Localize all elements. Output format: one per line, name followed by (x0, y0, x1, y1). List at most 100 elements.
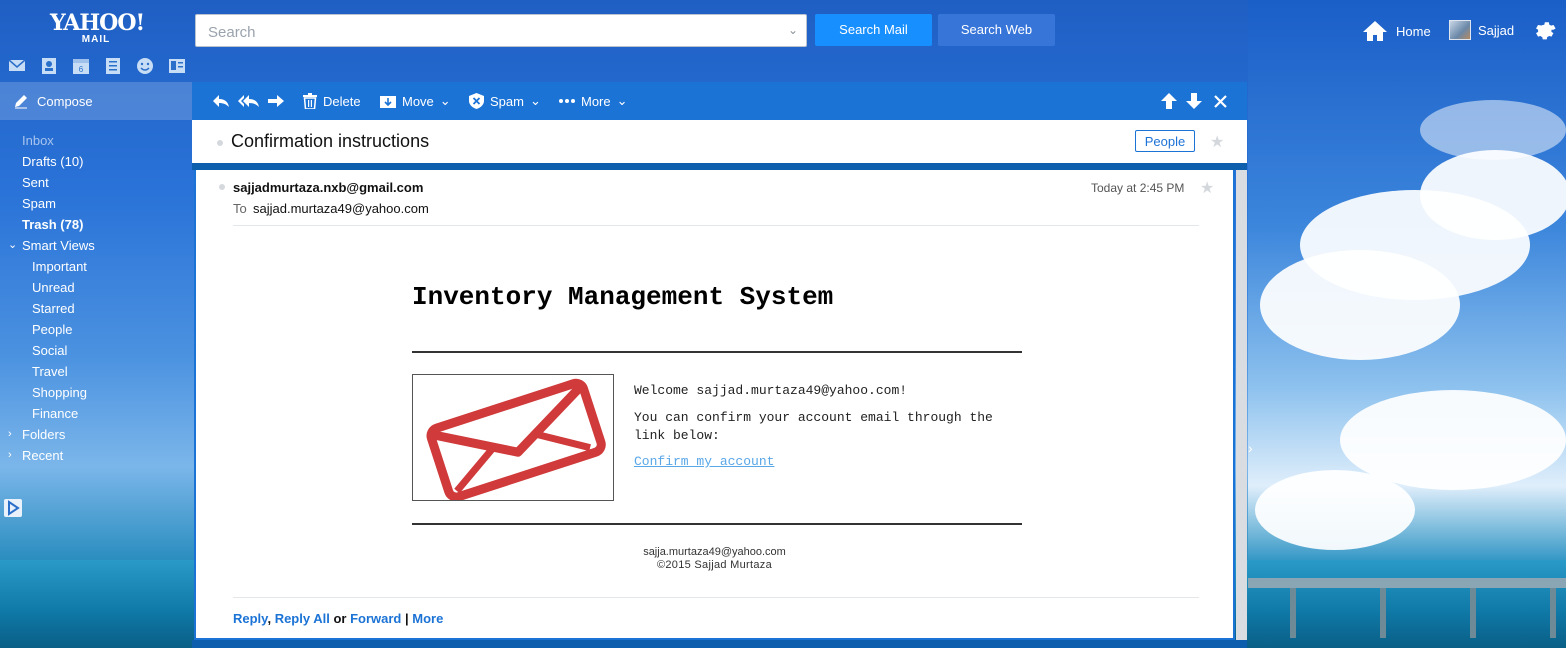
calendar-icon[interactable]: 6 (72, 57, 92, 75)
recipient-address[interactable]: sajjad.murtaza49@yahoo.com (253, 201, 429, 216)
nav-item-drafts[interactable]: Drafts (10) (0, 151, 192, 172)
pencil-icon (15, 95, 27, 109)
reply-all-link[interactable]: Reply All (275, 611, 330, 626)
chevron-down-icon: ⌄ (529, 93, 541, 108)
messenger-icon[interactable] (136, 57, 156, 75)
delete-button[interactable]: Delete (303, 82, 361, 120)
quick-actions: Reply, Reply All or Forward | More (233, 611, 443, 626)
footer-email: sajja.murtaza49@yahoo.com (643, 546, 786, 558)
trash-icon (303, 93, 317, 109)
move-button[interactable]: Move ⌄ (380, 82, 451, 120)
close-message-button[interactable] (1214, 82, 1227, 120)
folder-list: Inbox Drafts (10) Sent Spam Trash (78) ⌄… (0, 130, 192, 466)
actions-separator: | (405, 611, 409, 626)
nav-item-inbox[interactable]: Inbox (0, 130, 192, 151)
search-input[interactable] (206, 22, 770, 42)
more-button[interactable]: More ⌄ (559, 82, 628, 120)
more-link[interactable]: More (412, 611, 443, 626)
notepad-icon[interactable] (104, 57, 124, 75)
search-web-button[interactable]: Search Web (938, 14, 1055, 46)
sender-address[interactable]: sajjadmurtaza.nxb@gmail.com (233, 180, 423, 195)
avatar (1449, 20, 1471, 40)
to-label: To (233, 201, 247, 216)
star-icon[interactable]: ★ (1210, 132, 1224, 152)
star-icon[interactable]: ★ (1200, 178, 1214, 198)
message-subject: Confirmation instructions (231, 131, 430, 151)
search-mail-button[interactable]: Search Mail (815, 14, 932, 46)
nav-item-recent[interactable]: › Recent (0, 445, 192, 466)
read-indicator-icon[interactable] (219, 184, 225, 190)
move-folder-icon (380, 96, 396, 108)
welcome-text: Welcome sajjad.murtaza49@yahoo.com! (634, 383, 908, 398)
compose-button[interactable]: Compose (0, 82, 192, 120)
compose-label: Compose (37, 93, 93, 109)
reply-all-icon (238, 95, 259, 107)
nav-item-important[interactable]: Important (0, 256, 192, 277)
actions-or: or (333, 611, 347, 626)
reply-all-button[interactable] (238, 82, 260, 120)
nav-item-finance[interactable]: Finance (0, 403, 192, 424)
people-button[interactable]: People (1135, 130, 1195, 152)
calendar-day: 6 (79, 65, 84, 74)
chevron-right-icon[interactable]: › (1248, 440, 1253, 456)
ad-choices-icon[interactable] (4, 499, 22, 517)
arrow-down-icon (1186, 93, 1202, 109)
app-switcher: 6 (8, 57, 188, 75)
nav-item-unread[interactable]: Unread (0, 277, 192, 298)
newsfeed-icon[interactable] (168, 57, 188, 75)
user-menu[interactable]: Sajjad (1449, 20, 1514, 40)
forward-icon (268, 95, 284, 107)
move-label: Move (402, 93, 434, 109)
scrollbar[interactable] (1236, 170, 1247, 648)
smart-views-label: Smart Views (22, 238, 95, 253)
gear-icon[interactable] (1533, 18, 1557, 42)
subject-bar: Confirmation instructions People ★ (192, 120, 1247, 163)
pane-bottom-border (192, 640, 1247, 648)
background-cloud (1260, 250, 1460, 360)
previous-message-button[interactable] (1161, 82, 1177, 120)
background-cloud (1420, 100, 1566, 160)
nav-item-shopping[interactable]: Shopping (0, 382, 192, 403)
nav-item-people[interactable]: People (0, 319, 192, 340)
envelope-icon (426, 378, 606, 502)
body-rule-top (412, 351, 1022, 353)
arrow-up-icon (1161, 93, 1177, 109)
nav-item-sent[interactable]: Sent (0, 172, 192, 193)
yahoo-mail-logo[interactable]: YAHOO! MAIL (50, 12, 145, 45)
nav-item-social[interactable]: Social (0, 340, 192, 361)
close-icon (1214, 94, 1227, 108)
forward-button[interactable] (267, 82, 285, 120)
chevron-right-icon: › (8, 428, 12, 440)
chevron-down-icon: ⌄ (616, 93, 628, 108)
home-label: Home (1396, 23, 1431, 39)
forward-link[interactable]: Forward (350, 611, 401, 626)
search-box[interactable]: ⌄ (195, 14, 807, 47)
message-card: sajjadmurtaza.nxb@gmail.com To sajjad.mu… (194, 170, 1235, 640)
nav-item-starred[interactable]: Starred (0, 298, 192, 319)
chevron-down-icon[interactable]: ⌄ (788, 23, 798, 37)
mail-icon[interactable] (8, 57, 28, 75)
nav-item-folders[interactable]: › Folders (0, 424, 192, 445)
nav-item-travel[interactable]: Travel (0, 361, 192, 382)
reply-link[interactable]: Reply (233, 611, 267, 626)
background-pier-leg (1380, 588, 1386, 638)
background-pier (1248, 578, 1566, 588)
home-icon (1363, 21, 1387, 41)
confirm-account-link[interactable]: Confirm my account (634, 454, 774, 469)
nav-item-smart-views[interactable]: ⌄ Smart Views (0, 235, 192, 256)
read-indicator-icon[interactable] (217, 140, 223, 146)
nav-item-trash[interactable]: Trash (78) (0, 214, 192, 235)
message-toolbar: Delete Move ⌄ Spam ⌄ More ⌄ (192, 82, 1247, 120)
home-link[interactable]: Home (1362, 20, 1431, 42)
chevron-down-icon: ⌄ (8, 239, 18, 251)
nav-item-spam[interactable]: Spam (0, 193, 192, 214)
chevron-down-icon: ⌄ (439, 93, 451, 108)
spam-label: Spam (490, 93, 524, 109)
reply-button[interactable] (212, 82, 230, 120)
contacts-icon[interactable] (40, 57, 60, 75)
spam-button[interactable]: Spam ⌄ (469, 82, 541, 120)
delete-label: Delete (323, 93, 361, 109)
more-label: More (581, 93, 611, 109)
next-message-button[interactable] (1186, 82, 1202, 120)
confirm-instructions: You can confirm your account email throu… (634, 410, 993, 443)
